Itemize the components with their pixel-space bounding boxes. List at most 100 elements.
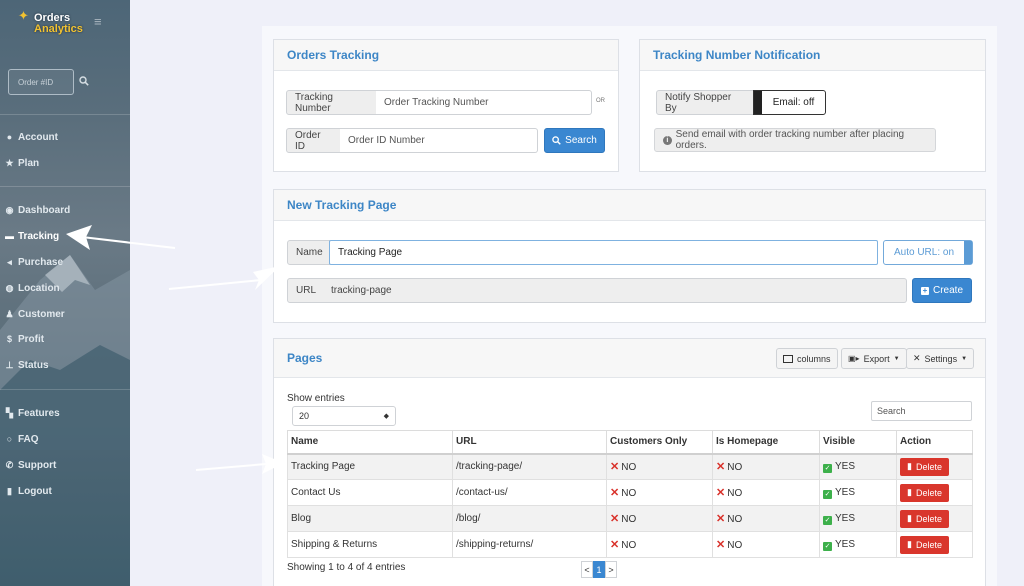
sidebar-item-tracking[interactable]: ▬ Tracking (5, 228, 59, 244)
check-icon: ✓ (823, 541, 832, 551)
cell-name: Shipping & Returns (287, 531, 453, 558)
export-icon: ▣▸ (848, 354, 860, 363)
export-button[interactable]: ▣▸ Export ▼ (841, 348, 907, 369)
column-header[interactable]: Visible (819, 430, 897, 455)
sidebar-item-purchase[interactable]: ◂ Purchase (5, 254, 63, 270)
cell-customers-only: ✕ NO (606, 479, 713, 506)
column-header[interactable]: Action (896, 430, 973, 455)
cell-is-homepage: ✕ NO (712, 505, 820, 532)
sidebar-item-logout[interactable]: ▮ Logout (5, 483, 52, 499)
sidebar-item-location[interactable]: ◍ Location (5, 280, 60, 296)
menu-icon[interactable]: ≡ (94, 14, 102, 29)
tools-icon: ✕ (913, 353, 921, 363)
caret-down-icon: ▼ (893, 355, 900, 362)
cell-customers-only: ✕ NO (606, 453, 713, 480)
panel-title: New Tracking Page (274, 190, 985, 221)
entries-select[interactable]: 20 ◆ (292, 406, 396, 426)
sidebar-item-account[interactable]: ● Account (5, 129, 58, 145)
user-icon: ♟ (5, 308, 14, 319)
prev-page-button[interactable]: < (581, 561, 593, 578)
cell-action: ▮ Delete (896, 479, 973, 506)
email-toggle[interactable]: Email: off (753, 90, 826, 115)
search-icon: ○ (6, 434, 13, 444)
cell-url: /blog/ (452, 505, 607, 532)
columns-button[interactable]: columns (776, 348, 838, 369)
trash-icon: ▮ (907, 513, 912, 523)
search-icon[interactable] (79, 76, 89, 86)
cell-action: ▮ Delete (896, 505, 973, 532)
column-header[interactable]: Is Homepage (712, 430, 820, 455)
panel-title: Tracking Number Notification (640, 40, 985, 71)
sidebar-item-status[interactable]: ⊥ Status (5, 357, 49, 373)
divider (0, 389, 130, 390)
show-entries-label: Show entries (287, 393, 345, 404)
settings-button[interactable]: ✕ Settings ▼ (906, 348, 975, 369)
entries-info: Showing 1 to 4 of 4 entries (287, 562, 406, 573)
tracking-number-input[interactable] (376, 90, 592, 115)
sidebar-item-features[interactable]: ▚ Features (5, 405, 60, 421)
column-header[interactable]: URL (452, 430, 607, 455)
truck-icon: ▬ (5, 231, 14, 241)
panel-title: Orders Tracking (274, 40, 618, 71)
page-1-button[interactable]: 1 (593, 561, 605, 578)
check-icon: ✓ (823, 515, 832, 525)
column-header[interactable]: Name (287, 430, 453, 455)
cell-customers-only: ✕ NO (606, 505, 713, 532)
x-icon: ✕ (610, 539, 620, 551)
cell-name: Tracking Page (287, 453, 453, 480)
page-name-input[interactable] (329, 240, 878, 265)
cell-is-homepage: ✕ NO (712, 479, 820, 506)
cell-visible: ✓ YES (819, 531, 897, 558)
cell-visible: ✓ YES (819, 505, 897, 532)
cell-visible: ✓ YES (819, 453, 897, 480)
trash-icon: ▮ (907, 539, 912, 549)
order-id-input[interactable] (8, 69, 74, 95)
url-label: URL (287, 278, 324, 303)
page-url-field: tracking-page (323, 278, 907, 303)
x-icon: ✕ (716, 513, 726, 525)
cell-url: /contact-us/ (452, 479, 607, 506)
cell-customers-only: ✕ NO (606, 531, 713, 558)
table-row: Shipping & Returns /shipping-returns/ ✕ N… (287, 531, 973, 558)
trash-icon: ▮ (907, 461, 912, 472)
pages-table: Name URL Customers Only Is Homepage Visi… (287, 430, 973, 558)
or-label: OR (596, 98, 605, 104)
order-id-field[interactable] (340, 128, 538, 153)
delete-button[interactable]: ▮ Delete (900, 457, 949, 476)
divider (0, 114, 130, 115)
x-icon: ✕ (716, 539, 726, 551)
order-id-label: Order ID (286, 128, 341, 153)
search-button[interactable]: Search (544, 128, 605, 153)
sidebar-item-dashboard[interactable]: ◉ Dashboard (5, 202, 71, 218)
next-page-button[interactable]: > (605, 561, 617, 578)
delete-button[interactable]: ▮ Delete (900, 535, 949, 554)
account-icon: ● (6, 132, 13, 142)
cell-name: Contact Us (287, 479, 453, 506)
pagination: < 1 > (581, 561, 617, 578)
cell-url: /shipping-returns/ (452, 531, 607, 558)
megaphone-icon: ◂ (7, 256, 12, 267)
sidebar-item-profit[interactable]: $ Profit (5, 331, 44, 347)
table-row: Contact Us /contact-us/ ✕ NO ✕ NO ✓ YES ▮ De… (287, 479, 973, 506)
cell-visible: ✓ YES (819, 479, 897, 506)
sitemap-icon: ⊥ (5, 359, 14, 370)
logo-icon: ✦ (18, 8, 29, 23)
logout-icon: ▮ (7, 485, 12, 496)
cell-name: Blog (287, 505, 453, 532)
trash-icon: ▮ (907, 487, 912, 497)
sidebar-item-customer[interactable]: ♟ Customer (5, 306, 64, 322)
sidebar-item-support[interactable]: ✆ Support (5, 457, 57, 473)
table-search-input[interactable] (871, 401, 972, 421)
create-button[interactable]: + Create (912, 278, 972, 303)
table-row: Blog /blog/ ✕ NO ✕ NO ✓ YES ▮ Delete (287, 505, 973, 532)
delete-button[interactable]: ▮ Delete (900, 509, 949, 528)
cell-url: /tracking-page/ (452, 453, 607, 480)
sidebar-item-faq[interactable]: ○ FAQ (5, 431, 39, 447)
delete-button[interactable]: ▮ Delete (900, 483, 949, 502)
annotation-arrow-icon (168, 266, 280, 290)
auto-url-toggle[interactable]: Auto URL: on (883, 240, 973, 265)
globe-icon: ◍ (5, 282, 14, 293)
logo-line2: Analytics (34, 23, 83, 35)
column-header[interactable]: Customers Only (606, 430, 713, 455)
sidebar-item-plan[interactable]: ★ Plan (5, 155, 39, 171)
